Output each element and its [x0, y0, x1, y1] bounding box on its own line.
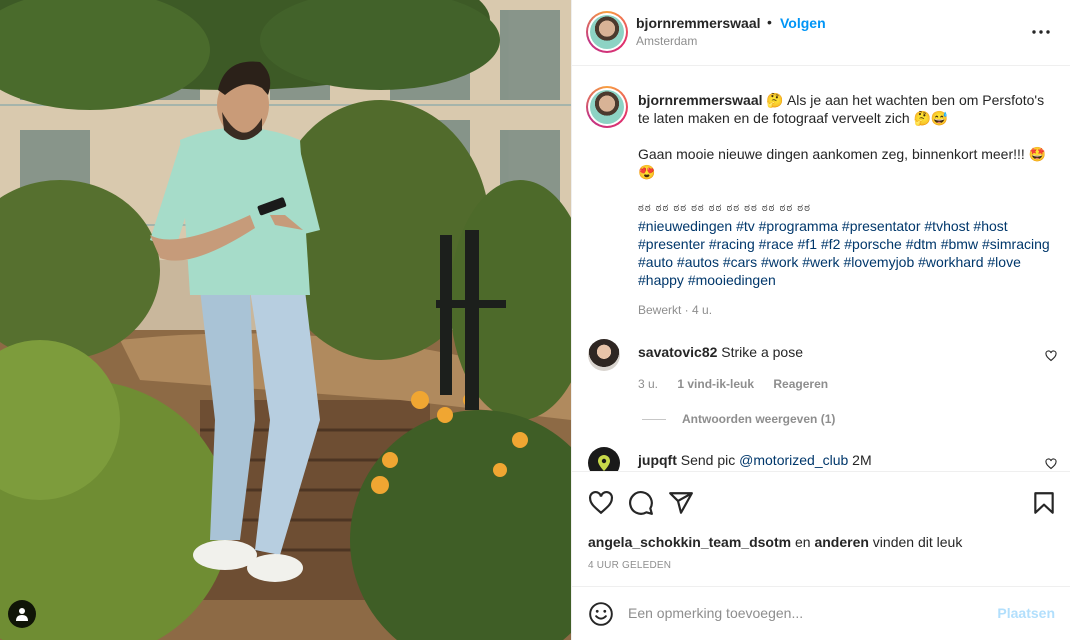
caption-dots: ಠಠ ಠಠ ಠಠ ಠಠ ಠಠ ಠಠ ಠಠ ಠಠ ಠಠ ಠಠ [638, 202, 811, 214]
comment-avatar[interactable] [588, 447, 620, 471]
liked-by-others[interactable]: anderen [814, 534, 868, 550]
comment-text: Strike a pose [721, 344, 804, 360]
post-actions: angela_schokkin_team_dsotm en anderen vi… [572, 471, 1070, 591]
caption-hashtags[interactable]: #nieuwedingen #tv #programma #presentato… [638, 217, 1050, 289]
post-comment-button[interactable]: Plaatsen [997, 605, 1055, 621]
post-location[interactable]: Amsterdam [636, 34, 697, 48]
comment-text: Send pic [680, 452, 740, 468]
comment-like-heart-icon[interactable] [1045, 350, 1057, 362]
comment-reply-button[interactable]: Reageren [773, 377, 828, 391]
more-options-button[interactable] [1029, 20, 1053, 44]
caption-avatar[interactable] [586, 86, 628, 128]
comment-username[interactable]: jupqft [638, 452, 677, 468]
comment-row: savatovic82 Strike a pose [638, 344, 803, 360]
follow-button[interactable]: Volgen [780, 15, 826, 31]
comment-like-heart-icon[interactable] [1045, 458, 1057, 470]
comment-likes-count[interactable]: 1 vind-ik-leuk [677, 377, 754, 391]
header-separator: • [767, 14, 772, 30]
post-photo[interactable] [0, 0, 571, 640]
comment-text-tail: 2M [848, 452, 872, 468]
post-details-panel: bjornremmerswaal • Volgen Amsterdam bjor… [571, 0, 1070, 640]
post-header: bjornremmerswaal • Volgen Amsterdam [572, 0, 1070, 66]
caption-username[interactable]: bjornremmerswaal [638, 92, 763, 108]
likes-tail: vinden dit leuk [868, 534, 963, 550]
comment-meta: 3 u. 1 vind-ik-leuk Reageren [638, 377, 844, 391]
comment-icon[interactable] [628, 490, 654, 516]
more-horizontal-icon [1032, 30, 1050, 34]
post-caption: bjornremmerswaal 🤔 Als je aan het wachte… [638, 91, 1050, 319]
comment-username[interactable]: savatovic82 [638, 344, 717, 360]
post-age: 4 uur geleden [588, 560, 672, 571]
comment-input[interactable] [628, 602, 978, 624]
comments-list[interactable]: bjornremmerswaal 🤔 Als je aan het wachte… [572, 67, 1070, 471]
replies-divider [642, 418, 666, 420]
user-tag-icon [16, 608, 28, 621]
share-icon[interactable] [668, 490, 694, 516]
likes-connector: en [791, 534, 815, 550]
comment-time: 3 u. [638, 377, 659, 391]
comment-avatar[interactable] [588, 339, 620, 371]
heart-icon[interactable] [588, 490, 614, 516]
comment-row: jupqft Send pic @motorized_club 2M [638, 452, 872, 468]
caption-line-2: Gaan mooie nieuwe dingen aankomen zeg, b… [638, 146, 1047, 180]
bookmark-icon[interactable] [1031, 490, 1057, 516]
view-replies-button[interactable]: Antwoorden weergeven (1) [642, 412, 835, 426]
add-comment-bar: Plaatsen [572, 586, 1070, 640]
likes-summary: angela_schokkin_team_dsotm en anderen vi… [588, 534, 962, 550]
author-avatar[interactable] [586, 11, 628, 53]
comment-mention-link[interactable]: @motorized_club [739, 452, 848, 468]
photo-image [0, 0, 571, 640]
instagram-post-modal: bjornremmerswaal • Volgen Amsterdam bjor… [0, 0, 1070, 640]
location-pin-icon [598, 455, 610, 471]
emoji-icon[interactable] [588, 601, 614, 627]
caption-edited-time: Bewerkt · 4 u. [638, 303, 713, 317]
author-username[interactable]: bjornremmerswaal [636, 15, 761, 31]
liked-by-username[interactable]: angela_schokkin_team_dsotm [588, 534, 791, 550]
user-tag-button[interactable] [8, 600, 36, 628]
view-replies-label: Antwoorden weergeven (1) [682, 412, 836, 426]
